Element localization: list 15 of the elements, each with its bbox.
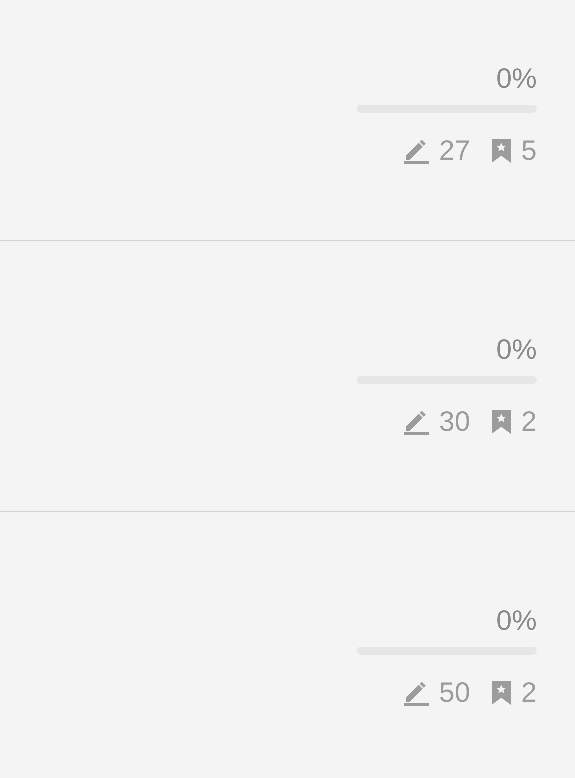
bookmark-star-icon [492,139,512,163]
bookmark-star-icon [492,681,512,705]
pencil-icon [404,680,430,706]
progress-percent: 0% [496,62,537,96]
progress-percent: 0% [496,333,537,367]
bookmark-count: 2 [521,677,537,709]
pencil-icon [404,138,430,164]
progress-percent: 0% [496,604,537,638]
edit-count: 50 [439,677,470,709]
pencil-icon [404,409,430,435]
bookmark-count: 5 [521,135,537,167]
edit-count: 27 [439,135,470,167]
bookmark-star-icon [492,410,512,434]
edit-count: 30 [439,406,470,438]
bookmark-count: 2 [521,406,537,438]
